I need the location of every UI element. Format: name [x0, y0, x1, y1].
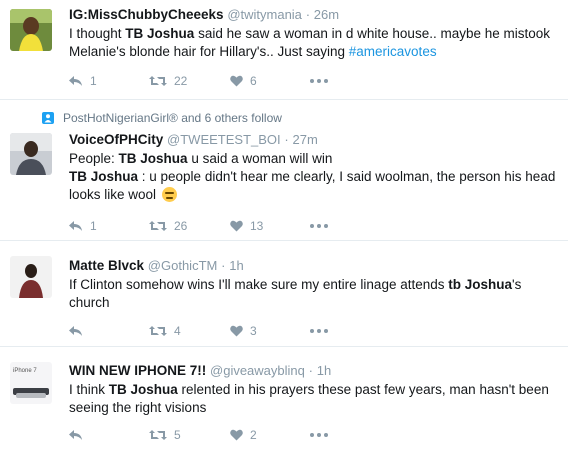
like-icon: [230, 220, 243, 232]
like-button[interactable]: 13: [230, 219, 310, 233]
retweet-count: 26: [174, 219, 188, 233]
persevering-face-emoji: [161, 187, 177, 202]
reply-icon: [69, 220, 83, 232]
retweet-count: 22: [174, 74, 188, 88]
hashtag-link[interactable]: #americavotes: [349, 44, 437, 59]
text-segment: If Clinton somehow wins I'll make sure m…: [69, 277, 449, 292]
reply-button[interactable]: [69, 429, 149, 441]
retweet-icon: [149, 220, 167, 232]
tweet-text: If Clinton somehow wins I'll make sure m…: [69, 276, 560, 312]
like-button[interactable]: 2: [230, 428, 310, 442]
more-button[interactable]: [310, 79, 328, 83]
follow-context-icon: [42, 112, 54, 124]
text-segment: People:: [69, 151, 119, 166]
tweet[interactable]: IG:MissChubbyCheeeks @twitymania · 26m I…: [0, 0, 568, 100]
like-icon: [230, 429, 243, 441]
follow-context-text[interactable]: PostHotNigerianGirl® and 6 others follow: [63, 111, 282, 125]
like-button[interactable]: 6: [230, 74, 310, 88]
author-name[interactable]: VoiceOfPHCity: [69, 132, 163, 147]
reply-icon: [69, 429, 83, 441]
timestamp[interactable]: 1h: [229, 258, 243, 273]
highlight-term: tb Joshua: [448, 277, 513, 292]
retweet-icon: [149, 429, 167, 441]
avatar[interactable]: [10, 256, 52, 298]
retweet-button[interactable]: 22: [149, 74, 230, 88]
reply-icon: [69, 75, 83, 87]
retweet-button[interactable]: 5: [149, 428, 230, 442]
tweet[interactable]: Matte Blvck @GothicTM · 1h If Clinton so…: [0, 241, 568, 347]
highlight-term: TB Joshua: [108, 382, 178, 397]
like-count: 6: [250, 74, 257, 88]
follow-context[interactable]: PostHotNigerianGirl® and 6 others follow: [42, 111, 282, 125]
timestamp[interactable]: 26m: [314, 7, 339, 22]
tweet-text: People: TB Joshua u said a woman will wi…: [69, 150, 560, 204]
like-button[interactable]: 3: [230, 324, 310, 338]
retweet-count: 5: [174, 428, 181, 442]
separator-dot: ·: [308, 363, 313, 378]
text-segment: I think: [69, 382, 109, 397]
retweet-count: 4: [174, 324, 181, 338]
author-handle[interactable]: @TWEETEST_BOI: [167, 132, 281, 147]
tweet-text-line: TB Joshua : u people didn't hear me clea…: [69, 168, 560, 204]
reply-button[interactable]: [69, 325, 149, 337]
timestamp[interactable]: 1h: [317, 363, 331, 378]
more-button[interactable]: [310, 224, 328, 228]
highlight-term: TB Joshua: [125, 26, 195, 41]
author-name[interactable]: IG:MissChubbyCheeeks: [69, 7, 224, 22]
more-icon: [310, 79, 328, 83]
more-icon: [310, 329, 328, 333]
tweet-text: I think TB Joshua relented in his prayer…: [69, 381, 560, 417]
reply-button[interactable]: 1: [69, 74, 149, 88]
author-handle[interactable]: @GothicTM: [148, 258, 218, 273]
like-count: 13: [250, 219, 264, 233]
text-segment: : u people didn't hear me clearly, I sai…: [69, 169, 556, 202]
like-count: 2: [250, 428, 257, 442]
avatar[interactable]: iPhone 7: [10, 362, 52, 404]
reply-icon: [69, 325, 83, 337]
reply-count: 1: [90, 219, 97, 233]
tweet[interactable]: PostHotNigerianGirl® and 6 others follow…: [0, 100, 568, 241]
more-icon: [310, 224, 328, 228]
highlight-term: TB Joshua: [69, 169, 139, 184]
text-segment: u said a woman will win: [187, 151, 333, 166]
retweet-icon: [149, 75, 167, 87]
timestamp[interactable]: 27m: [293, 132, 318, 147]
tweet[interactable]: iPhone 7 WIN NEW IPHONE 7!! @giveawaybli…: [0, 347, 568, 451]
separator-dot: ·: [305, 7, 311, 22]
highlight-term: TB Joshua: [118, 151, 188, 166]
like-icon: [230, 75, 243, 87]
retweet-icon: [149, 325, 167, 337]
separator-dot: ·: [284, 132, 289, 147]
author-name[interactable]: WIN NEW IPHONE 7!!: [69, 363, 206, 378]
tweet-text: I thought TB Joshua said he saw a woman …: [69, 25, 560, 61]
reply-count: 1: [90, 74, 97, 88]
more-button[interactable]: [310, 329, 328, 333]
tweet-text-line: People: TB Joshua u said a woman will wi…: [69, 150, 560, 168]
text-segment: I thought: [69, 26, 126, 41]
author-handle[interactable]: @twitymania: [227, 7, 302, 22]
avatar[interactable]: [10, 133, 52, 175]
separator-dot: ·: [221, 258, 226, 273]
more-icon: [310, 433, 328, 437]
author-handle[interactable]: @giveawayblinq: [210, 363, 305, 378]
avatar[interactable]: [10, 9, 52, 51]
like-count: 3: [250, 324, 257, 338]
more-button[interactable]: [310, 433, 328, 437]
author-name[interactable]: Matte Blvck: [69, 258, 144, 273]
reply-button[interactable]: 1: [69, 219, 149, 233]
avatar-text: iPhone 7: [13, 368, 37, 374]
like-icon: [230, 325, 243, 337]
retweet-button[interactable]: 4: [149, 324, 230, 338]
retweet-button[interactable]: 26: [149, 219, 230, 233]
